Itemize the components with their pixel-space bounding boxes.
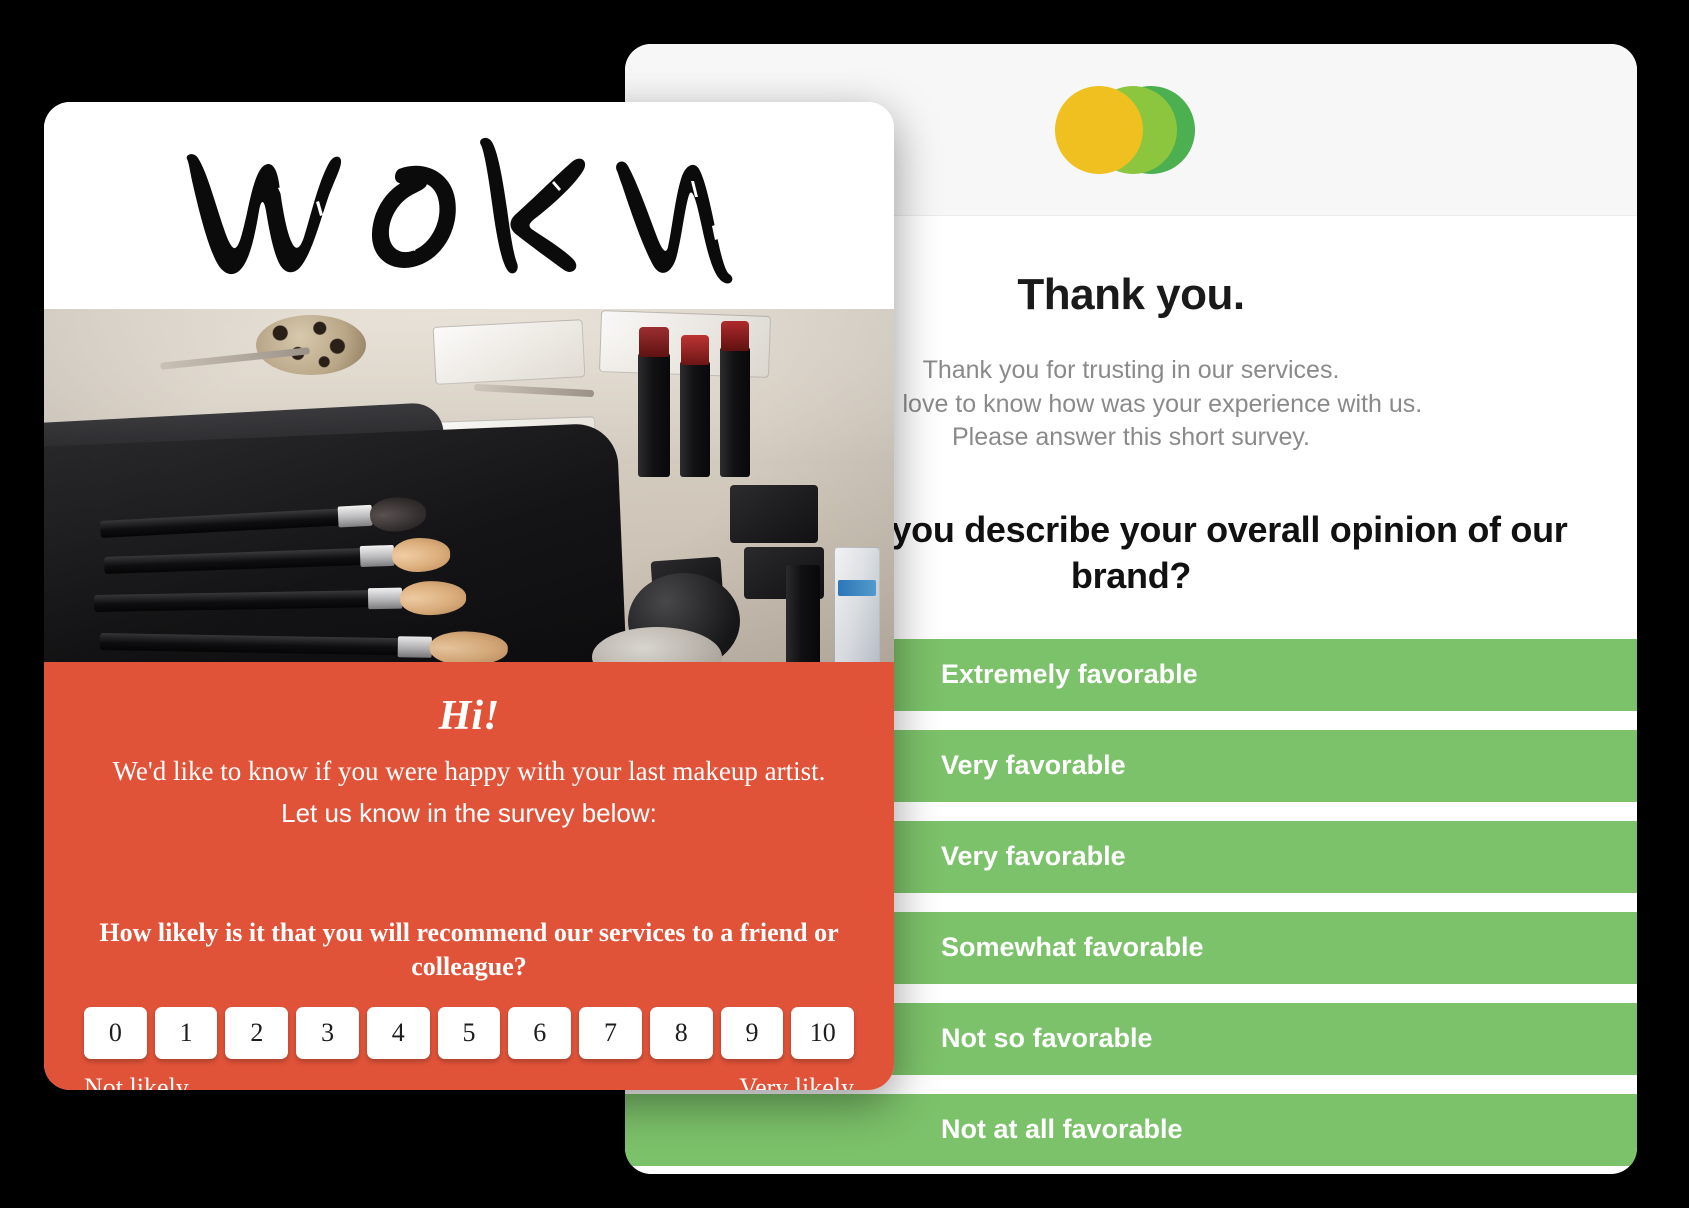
screenshot-stage: Thank you. Thank you for trusting in our… [0,0,1689,1208]
nps-button-2[interactable]: 2 [225,1006,289,1059]
hero-photo-makeup-flatlay [44,309,894,662]
overlapping-circles-logo-icon [1055,85,1207,174]
nps-button-1[interactable]: 1 [154,1006,218,1059]
nps-button-9[interactable]: 9 [720,1006,784,1059]
greeting-heading: Hi! [438,693,500,739]
nps-button-3[interactable]: 3 [296,1006,359,1059]
survey-invite-panel: Hi! We'd like to know if you were happy … [44,662,894,1090]
worn-logo-area [44,102,894,309]
nps-button-0[interactable]: 0 [84,1006,147,1059]
intro-text-sans: Let us know in the survey below: [281,797,657,828]
nps-anchor-low: Not likely [84,1072,189,1090]
worn-brush-wordmark-logo [186,137,733,283]
nps-anchor-high: Very likely [739,1072,854,1090]
logo-circle-yellow [1055,85,1143,174]
nps-question: How likely is it that you will recommend… [99,917,839,982]
answer-option-not-at-all-favorable[interactable]: Not at all favorable [625,1093,1637,1166]
answer-option-label: Not at all favorable [941,1114,1183,1145]
nps-button-7[interactable]: 7 [579,1006,642,1059]
nps-button-10[interactable]: 10 [791,1006,855,1059]
nps-anchor-labels: Not likely Very likely [78,1073,860,1090]
intro-text-serif: We'd like to know if you were happy with… [112,756,826,786]
nps-button-5[interactable]: 5 [437,1006,501,1059]
email-preview-card: Hi! We'd like to know if you were happy … [44,102,894,1090]
nps-button-6[interactable]: 6 [508,1006,572,1059]
nps-button-4[interactable]: 4 [366,1006,430,1059]
nps-scale: 0 1 2 3 4 5 6 7 8 9 10 [78,1006,860,1059]
nps-button-8[interactable]: 8 [649,1006,713,1059]
